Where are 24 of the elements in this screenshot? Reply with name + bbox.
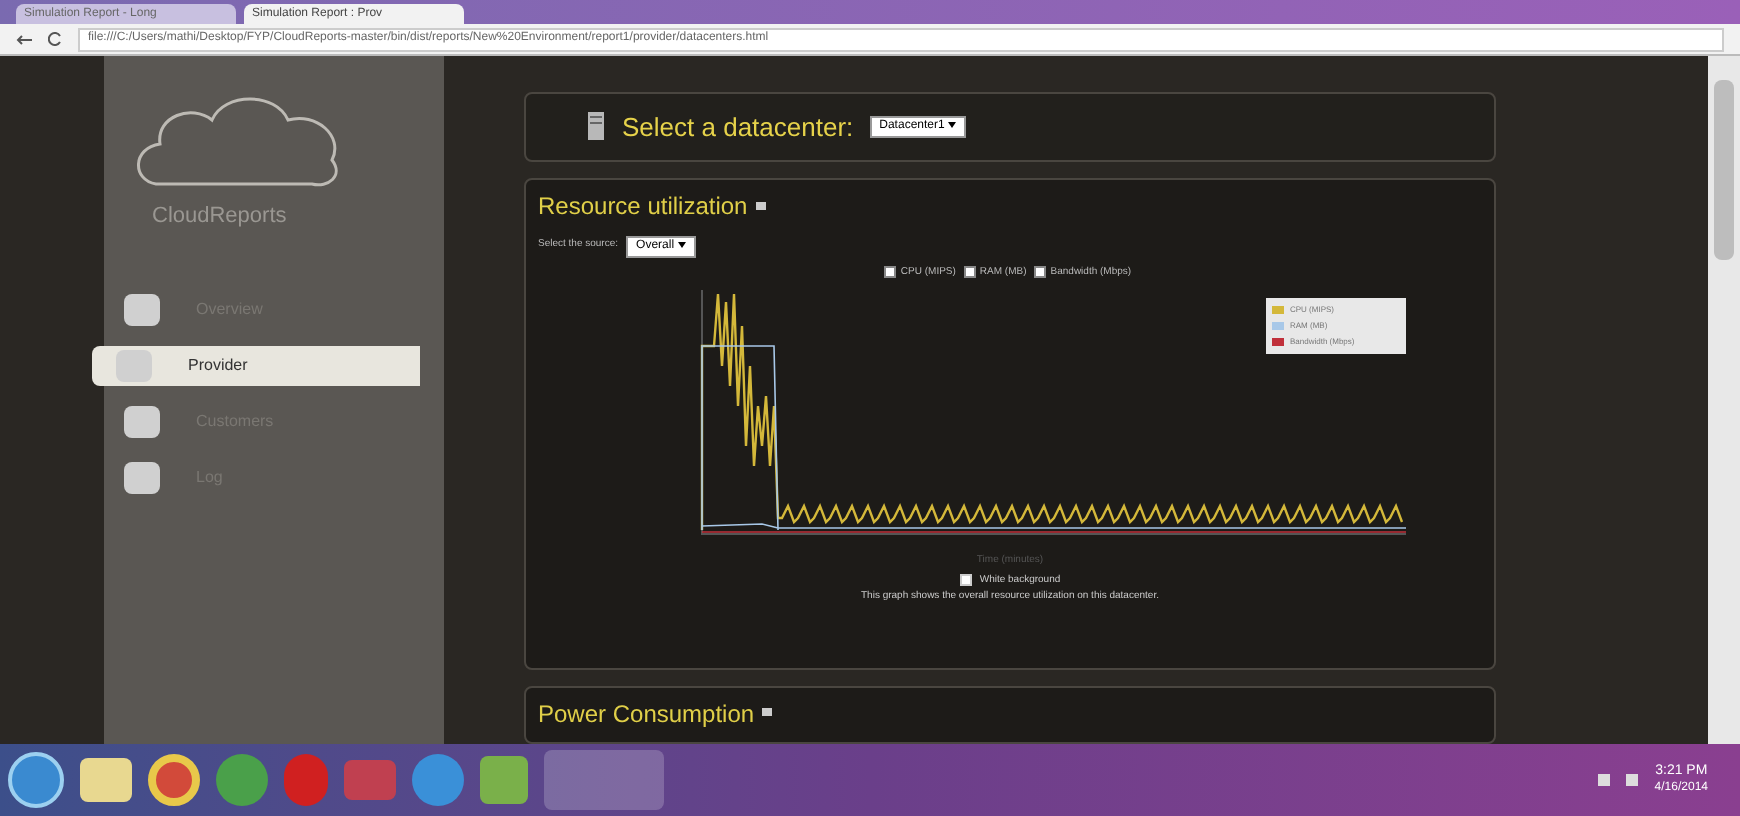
- nav-item[interactable]: Provider: [92, 345, 420, 385]
- page-icon: [124, 461, 160, 493]
- reload-icon[interactable]: [48, 32, 62, 46]
- collapse-icon[interactable]: [755, 201, 766, 210]
- caret-icon: [948, 121, 957, 128]
- checkbox[interactable]: [1034, 265, 1047, 278]
- collapse-icon[interactable]: [762, 707, 773, 716]
- caret-icon: [678, 241, 687, 248]
- server-icon: [586, 110, 606, 143]
- datacenter-label: Select a datacenter:: [622, 109, 854, 146]
- browser-icon[interactable]: [148, 754, 200, 806]
- folder-icon[interactable]: [80, 758, 132, 802]
- checkbox[interactable]: [884, 265, 897, 278]
- checkbox[interactable]: [963, 265, 976, 278]
- panel-title: Power Consumption: [538, 697, 755, 732]
- panel-title: Resource utilization: [538, 189, 748, 224]
- start-button[interactable]: [8, 752, 64, 808]
- page-icon: [116, 349, 152, 381]
- page-icon: [124, 405, 160, 437]
- checkbox[interactable]: [959, 574, 972, 587]
- back-icon[interactable]: [16, 33, 32, 45]
- scrollbar[interactable]: [1708, 56, 1740, 744]
- page-icon: [124, 293, 160, 325]
- logo-text: CloudReports: [152, 202, 289, 232]
